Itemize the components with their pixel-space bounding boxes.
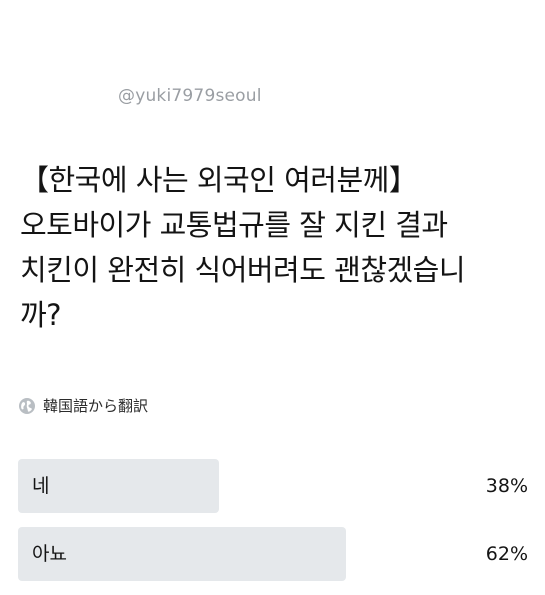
- poll-option-no[interactable]: 아뇨 62%: [18, 527, 530, 581]
- tweet-text: 【한국에 사는 외국인 여러분께】 오토바이가 교통법규를 잘 지킨 결과 치킨…: [20, 158, 535, 338]
- globe-icon: [18, 397, 36, 415]
- tweet-text-line: 까?: [20, 298, 62, 332]
- poll-option-label: 네: [32, 475, 50, 497]
- tweet-text-line: 오토바이가 교통법규를 잘 지킨 결과: [20, 208, 448, 242]
- tweet-card: @yuki7979seoul 【한국에 사는 외국인 여러분께】 오토바이가 교…: [0, 0, 545, 592]
- tweet-text-line: 치킨이 완전히 식어버려도 괜찮겠습니: [20, 253, 466, 287]
- poll: 네 38% 아뇨 62%: [18, 459, 530, 595]
- translate-link[interactable]: 韓国語から翻訳: [18, 395, 148, 416]
- translate-label: 韓国語から翻訳: [43, 397, 149, 415]
- poll-option-percent: 62%: [485, 543, 528, 565]
- user-handle[interactable]: @yuki7979seoul: [118, 86, 262, 106]
- poll-option-yes[interactable]: 네 38%: [18, 459, 530, 513]
- poll-option-label: 아뇨: [32, 543, 67, 565]
- tweet-text-line: 【한국에 사는 외국인 여러분께】: [20, 163, 418, 197]
- poll-option-percent: 38%: [485, 475, 528, 497]
- poll-bar: [18, 527, 346, 581]
